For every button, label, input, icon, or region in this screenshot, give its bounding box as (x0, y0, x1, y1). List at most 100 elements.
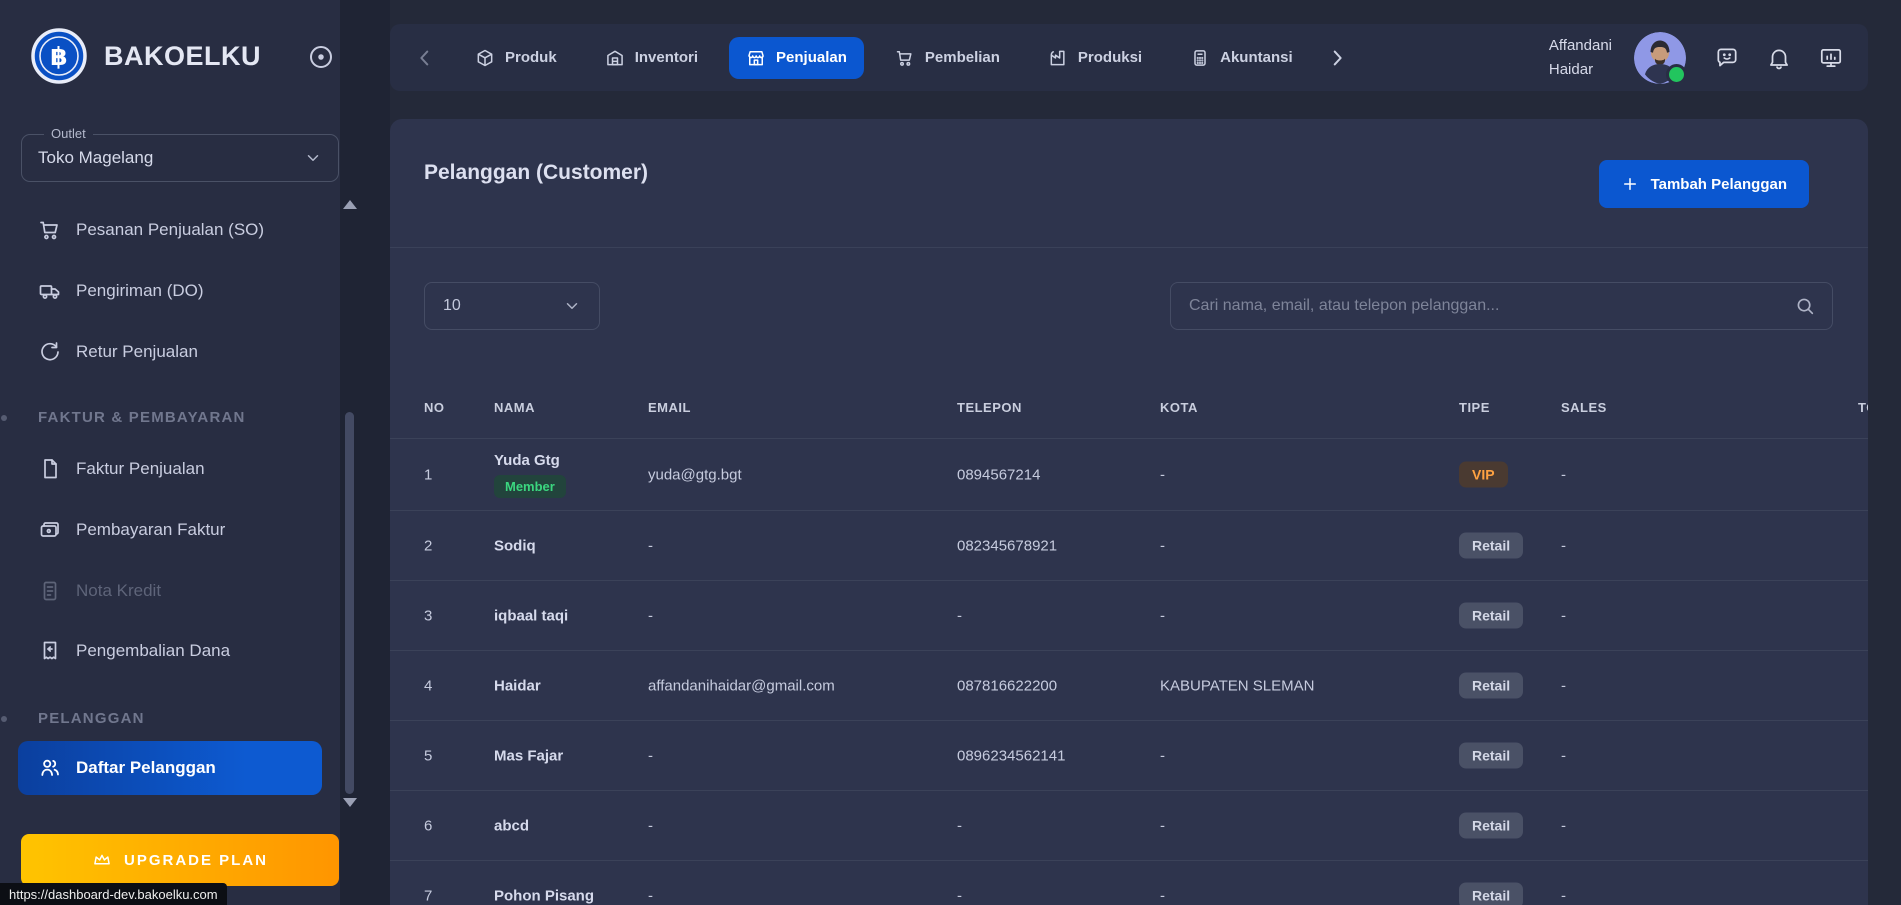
search-input[interactable] (1187, 296, 1794, 316)
cell-sales: - (1561, 677, 1566, 694)
brand-name: BAKOELKU (104, 41, 261, 72)
sidebar-item-label: Pengembalian Dana (76, 641, 230, 661)
page-size-value: 10 (443, 297, 461, 315)
cell-telepon: 087816622200 (957, 677, 1057, 694)
sidebar-item-pengembalian-dana[interactable]: Pengembalian Dana (0, 626, 340, 676)
cell-telepon: - (957, 817, 962, 834)
add-customer-button[interactable]: Tambah Pelanggan (1599, 160, 1809, 208)
cell-kota: - (1160, 466, 1165, 483)
bell-icon[interactable] (1766, 45, 1792, 71)
cell-email: - (648, 537, 653, 554)
cell-telepon: - (957, 887, 962, 904)
cell-email: - (648, 887, 653, 904)
col-nama: NAMA (494, 400, 535, 415)
tab-label: Akuntansi (1220, 49, 1293, 66)
sidebar-item-pesanan-penjualan[interactable]: Pesanan Penjualan (SO) (0, 205, 340, 255)
nav-scroll-left-icon[interactable] (414, 47, 436, 69)
outlet-select[interactable]: Outlet Toko Magelang (21, 134, 339, 182)
scroll-up-arrow[interactable] (343, 200, 357, 209)
page-size-select[interactable]: 10 (424, 282, 600, 330)
cell-no: 5 (424, 747, 432, 764)
col-kota: KOTA (1160, 400, 1198, 415)
tab-produksi[interactable]: Produksi (1031, 37, 1159, 79)
col-telepon: TELEPON (957, 400, 1022, 415)
user-name: Affandani Haidar (1549, 34, 1612, 81)
wallet-icon (38, 518, 62, 542)
tab-label: Inventori (635, 49, 698, 66)
tab-label: Produksi (1078, 49, 1142, 66)
tab-produk[interactable]: Produk (458, 37, 574, 79)
nav-scroll-right-icon[interactable] (1326, 47, 1348, 69)
cell-email: - (648, 607, 653, 624)
customer-name: Mas Fajar (494, 747, 563, 764)
tab-penjualan[interactable]: Penjualan (729, 37, 864, 79)
tab-inventori[interactable]: Inventori (588, 37, 715, 79)
upgrade-plan-button[interactable]: UPGRADE PLAN (21, 834, 339, 886)
section-bullet (1, 415, 7, 421)
page-title: Pelanggan (Customer) (424, 161, 648, 185)
cell-kota: - (1160, 747, 1165, 764)
users-icon (38, 756, 62, 780)
refund-icon (38, 639, 62, 663)
search-icon[interactable] (1794, 295, 1816, 317)
sidebar-item-label: Pembayaran Faktur (76, 520, 225, 540)
avatar[interactable] (1634, 32, 1686, 84)
tab-akuntansi[interactable]: Akuntansi (1173, 37, 1310, 79)
tab-label: Penjualan (776, 49, 847, 66)
scrollbar-thumb[interactable] (345, 412, 354, 794)
customer-name: Yuda Gtg (494, 452, 560, 469)
sidebar-item-faktur-penjualan[interactable]: Faktur Penjualan (0, 444, 340, 494)
cell-sales: - (1561, 817, 1566, 834)
chat-icon[interactable] (1714, 45, 1740, 71)
outlet-label: Outlet (44, 126, 93, 141)
cell-sales: - (1561, 537, 1566, 554)
cell-no: 3 (424, 607, 432, 624)
cell-no: 7 (424, 887, 432, 904)
tab-pembelian[interactable]: Pembelian (878, 37, 1017, 79)
monitor-icon[interactable] (1818, 45, 1844, 71)
factory-icon (1048, 48, 1068, 68)
cell-email: - (648, 817, 653, 834)
tab-label: Pembelian (925, 49, 1000, 66)
sidebar-item-label: Retur Penjualan (76, 342, 198, 362)
sidebar-item-nota-kredit[interactable]: Nota Kredit (0, 566, 340, 616)
sidebar-item-retur-penjualan[interactable]: Retur Penjualan (0, 327, 340, 377)
section-header-faktur: FAKTUR & PEMBAYARAN (38, 409, 246, 426)
cart-icon (38, 218, 62, 242)
cell-nama: Yuda Gtg Member (494, 452, 566, 498)
online-status-dot (1666, 64, 1687, 85)
customer-name: Pohon Pisang (494, 882, 604, 905)
table-row: 6 abcd - - - Retail - (390, 790, 1868, 860)
customer-name: Sodiq (494, 537, 536, 554)
user-name-first: Affandani (1549, 34, 1612, 57)
table-row: 3 iqbaal taqi - - - Retail - (390, 580, 1868, 650)
sidebar: ฿ BAKOELKU Outlet Toko Magelang Pesanan … (0, 0, 340, 905)
sidebar-item-label: Daftar Pelanggan (76, 758, 216, 778)
tipe-badge: VIP (1459, 461, 1508, 487)
sidebar-item-daftar-pelanggan[interactable]: Daftar Pelanggan (18, 741, 322, 795)
sidebar-item-pengiriman[interactable]: Pengiriman (DO) (0, 266, 340, 316)
sidebar-item-label: Pengiriman (DO) (76, 281, 204, 301)
tipe-badge: Retail (1459, 672, 1523, 698)
truck-icon (38, 279, 62, 303)
cell-no: 6 (424, 817, 432, 834)
cell-kota: KABUPATEN SLEMAN (1160, 677, 1314, 694)
plus-icon (1621, 175, 1639, 193)
sidebar-toggle-icon[interactable] (306, 42, 336, 72)
table-body: 1 Yuda Gtg Member yuda@gtg.bgt 089456721… (390, 438, 1868, 905)
status-url-text: https://dashboard-dev.bakoelku.com (9, 887, 218, 902)
top-navbar: Produk Inventori Penjualan Pembelian Pro… (390, 24, 1868, 91)
cell-email: - (648, 747, 653, 764)
table-row: 7 Pohon Pisang - - - Retail - (390, 860, 1868, 905)
cell-telepon: 082345678921 (957, 537, 1057, 554)
tipe-badge: Retail (1459, 742, 1523, 768)
cell-no: 1 (424, 466, 432, 483)
sidebar-item-pembayaran-faktur[interactable]: Pembayaran Faktur (0, 505, 340, 555)
cell-no: 4 (424, 677, 432, 694)
scroll-down-arrow[interactable] (343, 798, 357, 807)
customer-search (1170, 282, 1833, 330)
crown-icon (92, 850, 112, 870)
col-clipped: TO (1858, 400, 1868, 415)
sidebar-item-label: Faktur Penjualan (76, 459, 205, 479)
cell-no: 2 (424, 537, 432, 554)
